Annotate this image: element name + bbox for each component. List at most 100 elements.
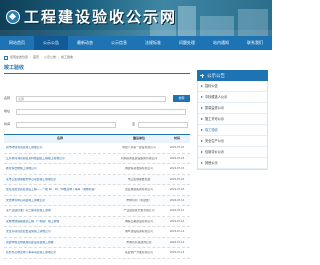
row-name-link[interactable]: 教育综合楼竣工验收公示 — [4, 167, 114, 170]
breadcrumb: 您现在的位置 › 首页 › 公示公告 › 竣工验收 — [4, 54, 190, 62]
results-table: 名称 建设单位 时间 新市场住宅项目竣工验收公示 中建八局第一建设有限公司 20… — [4, 134, 190, 259]
row-date: 2023-07-14 — [169, 239, 185, 244]
table-body: 新市场住宅项目竣工验收公示 中建八局第一建设有限公司 2023-07-15 江苏… — [4, 143, 190, 259]
table-row: 教育综合楼竣工验收公示 城建投资发展有限公司 2023-07-15 — [4, 164, 190, 175]
row-name-link[interactable]: 江苏省同洲高新区某科技园区工程竣工验收公示 — [4, 157, 114, 160]
row-unit: 市教育局基建办公室 — [126, 240, 152, 244]
table-row: 商务办公楼及地下车库项目竣工验收公示 商业地产开发有限公司 2023-07-13 — [4, 248, 190, 259]
sidebar-item-acceptance[interactable]: 竣工验收 — [198, 125, 267, 136]
row-name-link[interactable]: 住宅及配套商业建设工程——一期 3#、4#、5#楼及地下车库（验收阶段） — [4, 188, 114, 191]
site-title: 工程建设验收公示网 — [24, 8, 178, 26]
breadcrumb-link-announcements[interactable]: 公示公告 — [44, 56, 56, 60]
sidebar-item-safety[interactable]: 安全生产公示 — [198, 136, 267, 147]
form-row-unit: 地址 — [4, 107, 190, 116]
table-row: 住宅及配套商业建设工程——一期 3#、4#、5#楼及地下车库（验收阶段） 置业发… — [4, 185, 190, 196]
row-unit: 产业园投资开发有限公司 — [123, 209, 155, 213]
row-date: 2023-07-14 — [169, 197, 185, 202]
name-field-label: 名称 — [4, 95, 11, 100]
sidebar-item-credit[interactable]: 信用评价公示 — [198, 147, 267, 158]
arrow-right-icon — [201, 162, 203, 165]
nav-item-issues[interactable]: 问题处理 — [170, 36, 204, 50]
table-row: 新建学校及附属用房建设项目竣工验收 市教育局基建办公室 2023-07-14 — [4, 237, 190, 248]
sidebar-item-other[interactable]: 其他公示 — [198, 158, 267, 169]
nav-item-notices[interactable]: 站内通知 — [204, 36, 238, 50]
sidebar-item-label: 施工许可公示 — [205, 117, 225, 121]
sidebar-item-label: 中标候选人公示 — [205, 95, 228, 99]
nav-item-public-info[interactable]: 公示信息 — [102, 36, 136, 50]
breadcrumb-separator: › — [58, 55, 60, 60]
row-unit: 中建八局第一建设有限公司 — [122, 146, 156, 150]
main-nav: 网站首页 公示公告 最新动态 公示信息 法规标准 问题处理 站内通知 联系我们 — [0, 36, 272, 50]
sidebar-list: 招标公告 中标候选人公示 质量监督公示 施工许可公示 竣工验收 安全生产公示 信… — [197, 81, 268, 170]
unit-input[interactable] — [16, 108, 186, 115]
arrow-right-icon — [201, 140, 203, 143]
section-header: 竣工验收 — [4, 64, 190, 74]
row-date: 2023-07-13 — [169, 250, 185, 255]
arrow-right-icon — [201, 129, 203, 132]
site-logo-icon[interactable] — [6, 10, 20, 24]
date-from-input[interactable] — [16, 121, 116, 128]
site-banner: 工程建设验收公示网 — [0, 0, 272, 36]
row-date: 2023-07-14 — [169, 208, 185, 213]
search-form: 名称 全部 搜索 地址 时间 至 — [4, 78, 190, 130]
row-name-link[interactable]: 某产业园标准厂房二期项目竣工验收 — [4, 209, 114, 212]
sidebar-item-bidding[interactable]: 招标公告 — [198, 81, 267, 92]
row-unit: 商业地产开发有限公司 — [125, 251, 153, 255]
row-unit: 市卫生健康委员会 — [127, 177, 151, 181]
table-row: 某城市快速路改造工程（一标段）竣工验收 城投公路建设有限公司 2023-07-1… — [4, 216, 190, 227]
name-input[interactable]: 全部 — [16, 95, 166, 102]
sidebar-item-permits[interactable]: 施工许可公示 — [198, 114, 267, 125]
breadcrumb-link-home[interactable]: 首页 — [33, 56, 39, 60]
search-button[interactable]: 搜索 — [173, 95, 190, 102]
row-name-link[interactable]: 新建学校及附属用房建设项目竣工验收 — [4, 241, 114, 244]
row-unit: 置业发展集团有限公司 — [125, 188, 153, 192]
row-date: 2023-07-15 — [169, 155, 185, 160]
table-row: 某市卫生健康服务中心项目竣工验收公示 市卫生健康委员会 2023-07-15 — [4, 174, 190, 185]
arrow-right-icon — [201, 118, 203, 121]
row-date: 2023-07-14 — [169, 218, 185, 223]
sidebar-item-label: 招标公告 — [205, 84, 218, 88]
breadcrumb-current: 竣工验收 — [61, 55, 74, 60]
home-icon — [4, 56, 8, 60]
form-row-name: 名称 全部 — [4, 94, 190, 103]
nav-item-contact[interactable]: 联系我们 — [238, 36, 272, 50]
row-unit: 市体育局（筹建处） — [126, 198, 152, 202]
nav-item-home[interactable]: 网站首页 — [0, 36, 34, 50]
sidebar: 公示公告 招标公告 中标候选人公示 质量监督公示 施工许可公示 竣工验收 安全生… — [197, 70, 268, 180]
table-row: 江苏省同洲高新区某科技园区工程竣工验收公示 同洲高新区建设集团有限公司 2023… — [4, 153, 190, 164]
nav-item-announcements[interactable]: 公示公告 — [34, 36, 68, 50]
section-title: 竣工验收 — [4, 65, 25, 71]
breadcrumb-separator: › — [41, 55, 43, 60]
nav-item-news[interactable]: 最新动态 — [68, 36, 102, 50]
sidebar-item-quality[interactable]: 质量监督公示 — [198, 103, 267, 114]
row-name-link[interactable]: 某市卫生健康服务中心项目竣工验收公示 — [4, 178, 114, 181]
breadcrumb-prefix: 您现在的位置 — [10, 55, 29, 60]
row-name-link[interactable]: 某城市快速路改造工程（一标段）竣工验收 — [4, 220, 114, 223]
row-name-link[interactable]: 商务办公楼及地下车库项目竣工验收公示 — [4, 251, 114, 254]
row-unit: 城建投资发展有限公司 — [125, 167, 153, 171]
form-row-date: 时间 至 — [4, 120, 190, 129]
header-unit: 建设单位 — [132, 136, 145, 141]
header-name: 名称 — [56, 136, 63, 141]
row-unit: 城乡建设投资有限公司 — [125, 230, 153, 234]
row-date: 2023-07-14 — [169, 229, 185, 234]
sidebar-title: 公示公告 — [207, 73, 225, 78]
sidebar-item-label: 质量监督公示 — [205, 106, 225, 110]
table-row: 安置房项目及配套设施竣工验收公示 城乡建设投资有限公司 2023-07-14 — [4, 227, 190, 238]
nav-item-regulations[interactable]: 法规标准 — [136, 36, 170, 50]
row-date: 2023-07-15 — [169, 145, 185, 150]
row-name-link[interactable]: 新市场住宅项目竣工验收公示 — [4, 146, 114, 149]
breadcrumb-separator: › — [30, 55, 32, 60]
row-date: 2023-07-15 — [169, 176, 185, 181]
table-row: 文化体育中心项目竣工验收公示 市体育局（筹建处） 2023-07-14 — [4, 195, 190, 206]
unit-field-label: 地址 — [4, 108, 11, 113]
row-date: 2023-07-15 — [169, 187, 185, 192]
sidebar-item-candidates[interactable]: 中标候选人公示 — [198, 92, 267, 103]
sidebar-item-label: 竣工验收 — [205, 128, 218, 132]
date-to-input[interactable] — [138, 121, 188, 128]
row-name-link[interactable]: 文化体育中心项目竣工验收公示 — [4, 199, 114, 202]
plus-icon — [200, 73, 204, 78]
row-name-link[interactable]: 安置房项目及配套设施竣工验收公示 — [4, 230, 114, 233]
sidebar-item-label: 安全生产公示 — [205, 139, 225, 143]
arrow-right-icon — [201, 85, 203, 88]
